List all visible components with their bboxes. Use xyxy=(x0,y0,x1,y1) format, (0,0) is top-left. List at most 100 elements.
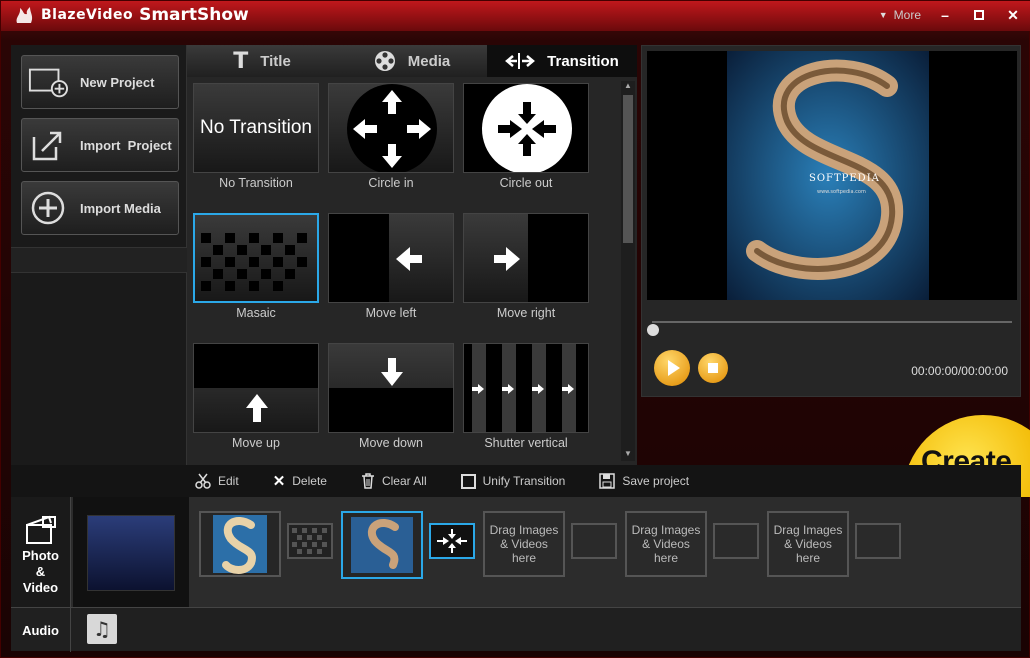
transition-slot-5[interactable] xyxy=(855,523,901,559)
clip-slot-2-selected[interactable] xyxy=(341,511,423,579)
checkbox-box[interactable] xyxy=(460,473,476,489)
arrow-left-icon xyxy=(396,247,422,271)
clip-slot-1[interactable] xyxy=(199,511,281,577)
drop-zone-text: here xyxy=(511,551,537,565)
transition-move-up[interactable]: Move up xyxy=(193,343,319,461)
import-project-button[interactable]: Import Project xyxy=(21,118,179,172)
transition-masaic[interactable]: Masaic xyxy=(193,213,319,337)
title-bar: BlazeVideo SmartShow ▼ More – ✕ xyxy=(1,1,1030,31)
transition-icon xyxy=(505,53,536,69)
transition-label: Move up xyxy=(232,436,280,450)
transition-label: Circle out xyxy=(499,176,553,190)
tab-media[interactable]: Media xyxy=(337,45,487,77)
drop-zone-text: here xyxy=(795,551,821,565)
scroll-down-arrow[interactable]: ▼ xyxy=(621,449,635,461)
audio-track: Audio ♫ xyxy=(11,607,1021,652)
no-transition-thumb-text: No Transition xyxy=(200,117,312,138)
save-project-button[interactable]: Save project xyxy=(599,473,689,489)
minimize-button[interactable]: – xyxy=(935,6,955,24)
transition-label: Move down xyxy=(359,436,423,450)
floppy-disk-icon xyxy=(599,473,616,489)
current-clip-thumb xyxy=(87,515,175,591)
unify-transition-label: Unify Transition xyxy=(482,474,566,488)
left-separator xyxy=(11,247,187,273)
transition-slot-1[interactable] xyxy=(287,523,333,559)
transition-scrollbar[interactable]: ▲ ▼ xyxy=(621,81,635,461)
transition-label: Shutter vertical xyxy=(484,436,568,450)
maximize-button[interactable] xyxy=(969,6,989,24)
transition-no-transition[interactable]: No Transition No Transition xyxy=(193,83,319,207)
drop-zone-3[interactable]: Drag Images & Videos here xyxy=(767,511,849,577)
scissors-icon xyxy=(195,473,211,489)
unify-transition-checkbox[interactable]: Unify Transition xyxy=(460,473,566,489)
play-button[interactable] xyxy=(654,350,690,386)
x-icon: ✕ xyxy=(272,473,286,490)
stop-icon xyxy=(708,363,718,373)
close-button[interactable]: ✕ xyxy=(1003,6,1023,24)
seek-knob[interactable] xyxy=(647,324,659,336)
edit-button[interactable]: Edit xyxy=(195,473,239,489)
tab-title-label: Title xyxy=(260,52,291,70)
tab-title[interactable]: T Title xyxy=(187,45,337,77)
drop-zone-text: Drag Images xyxy=(489,523,559,537)
transition-move-right[interactable]: Move right xyxy=(463,213,589,337)
transition-slot-2-selected[interactable] xyxy=(429,523,475,559)
transition-thumb: No Transition xyxy=(193,83,319,173)
transition-thumb xyxy=(328,343,454,433)
transition-slot-3[interactable] xyxy=(571,523,617,559)
product-name: SmartShow xyxy=(139,5,249,25)
transition-circle-out[interactable]: Circle out xyxy=(463,83,589,207)
transition-grid: No Transition No Transition Circle in Ci… xyxy=(191,81,621,461)
drop-zone-text: Drag Images xyxy=(773,523,843,537)
delete-button[interactable]: ✕ Delete xyxy=(273,472,327,490)
transition-thumb xyxy=(328,83,454,173)
save-project-label: Save project xyxy=(622,474,690,488)
circle-out-transition-icon xyxy=(437,529,467,553)
preview-panel: SOFTPEDIA www.softpedia.com 00:00:00/00:… xyxy=(641,45,1021,397)
new-project-button[interactable]: New Project xyxy=(21,55,179,109)
clip-thumbnail xyxy=(213,515,267,574)
transition-shutter-vertical[interactable]: Shutter vertical xyxy=(463,343,589,461)
tab-transition-label: Transition xyxy=(547,52,619,70)
circle-in-icon xyxy=(347,84,437,172)
import-project-label: Import Project xyxy=(80,137,172,153)
mosaic-pattern xyxy=(201,233,307,291)
transition-label: Circle in xyxy=(368,176,414,190)
delete-label: Delete xyxy=(292,474,327,488)
transition-label: Move right xyxy=(496,306,556,320)
arrow-up-icon xyxy=(246,394,268,422)
tab-transition[interactable]: Transition xyxy=(487,45,637,77)
more-menu[interactable]: ▼ More xyxy=(879,8,921,22)
transition-thumb xyxy=(463,83,589,173)
transition-label: Move left xyxy=(365,306,417,320)
transition-slot-4[interactable] xyxy=(713,523,759,559)
mosaic-transition-icon xyxy=(292,528,327,554)
scroll-up-arrow[interactable]: ▲ xyxy=(621,81,635,93)
circle-out-icon xyxy=(482,84,572,172)
transition-move-down[interactable]: Move down xyxy=(328,343,454,461)
timeline-toolbar: Edit ✕ Delete Clear All Unify Transition… xyxy=(11,465,1021,497)
transition-thumb-selected xyxy=(193,213,319,303)
photo-video-track-label: Photo & Video xyxy=(11,497,71,607)
drop-zone-2[interactable]: Drag Images & Videos here xyxy=(625,511,707,577)
edit-label: Edit xyxy=(218,474,239,488)
transition-circle-in[interactable]: Circle in xyxy=(328,83,454,207)
scroll-thumb[interactable] xyxy=(623,95,633,243)
storyboard: Photo & Video Drag Images & Videos here … xyxy=(11,497,1021,607)
clip-thumbnail xyxy=(351,517,413,573)
transition-move-left[interactable]: Move left xyxy=(328,213,454,337)
library-tabs: T Title Media Transition xyxy=(187,45,637,77)
stop-button[interactable] xyxy=(698,353,728,383)
clear-all-button[interactable]: Clear All xyxy=(361,473,427,489)
seek-track[interactable] xyxy=(652,321,1012,323)
drop-zone-text: Drag Images xyxy=(631,523,701,537)
drop-zone-text: & Videos xyxy=(784,537,832,551)
drop-zone-1[interactable]: Drag Images & Videos here xyxy=(483,511,565,577)
import-media-label: Import Media xyxy=(80,200,161,216)
preview-screen: SOFTPEDIA www.softpedia.com xyxy=(647,51,1017,300)
film-reel-icon xyxy=(374,51,395,71)
drop-zone-text: & Videos xyxy=(642,537,690,551)
import-media-button[interactable]: Import Media xyxy=(21,181,179,235)
flame-logo-icon xyxy=(16,7,33,23)
add-audio-button[interactable]: ♫ xyxy=(87,614,117,644)
